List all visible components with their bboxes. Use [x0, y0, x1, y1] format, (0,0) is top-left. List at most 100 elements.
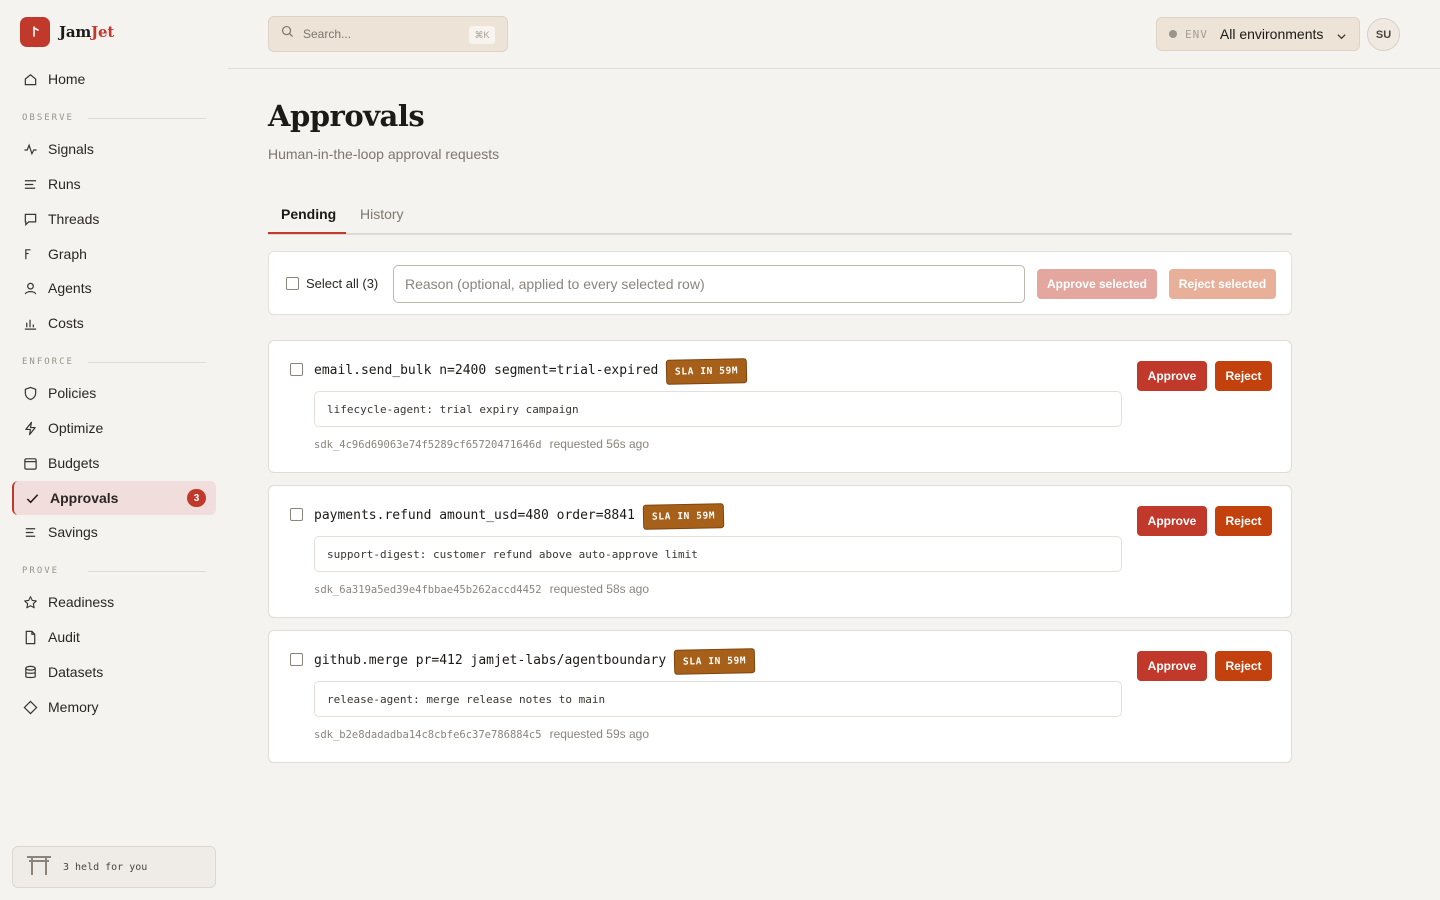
reject-selected-button[interactable]: Reject selected — [1169, 269, 1276, 299]
document-icon — [22, 629, 38, 645]
avatar[interactable]: SU — [1367, 18, 1400, 51]
sidebar-item-label: Home — [48, 71, 86, 87]
section-label-enforce: ENFORCE — [22, 357, 74, 367]
page-title: Approvals — [268, 99, 425, 133]
sidebar-item-approvals[interactable]: Approvals 3 — [12, 481, 216, 515]
sidebar-item-agents[interactable]: Agents — [12, 271, 216, 305]
torii-gate-icon — [25, 854, 53, 881]
section-divider — [88, 571, 206, 572]
sidebar: JamJet Home OBSERVE Signals Runs Threads… — [0, 0, 228, 900]
sidebar-item-label: Readiness — [48, 594, 115, 610]
approval-reason: lifecycle-agent: trial expiry campaign — [314, 391, 1122, 427]
section-label-observe: OBSERVE — [22, 113, 74, 123]
tabs-divider — [268, 233, 1292, 235]
sidebar-item-label: Datasets — [48, 664, 104, 680]
section-divider — [88, 362, 206, 363]
reject-button[interactable]: Reject — [1215, 361, 1272, 391]
sidebar-item-optimize[interactable]: Optimize — [12, 411, 216, 445]
sidebar-item-graph[interactable]: Graph — [12, 237, 216, 271]
list-icon — [22, 176, 38, 192]
approve-selected-button[interactable]: Approve selected — [1037, 269, 1157, 299]
sidebar-item-runs[interactable]: Runs — [12, 167, 216, 201]
jamjet-logo-icon — [20, 17, 50, 47]
request-id: sdk_6a319a5ed39e4fbbae45b262accd4452 — [314, 584, 542, 596]
check-icon — [24, 490, 40, 506]
home-icon — [22, 71, 38, 87]
tab-history[interactable]: History — [360, 206, 404, 222]
reject-button[interactable]: Reject — [1215, 506, 1272, 536]
sidebar-item-threads[interactable]: Threads — [12, 202, 216, 236]
graph-icon — [22, 246, 38, 262]
section-label-prove: PROVE — [22, 566, 60, 576]
environment-selector[interactable]: ENV All environments — [1156, 17, 1360, 51]
sidebar-item-label: Audit — [48, 629, 80, 645]
select-all-label[interactable]: Select all (3) — [306, 276, 378, 291]
sidebar-item-label: Policies — [48, 385, 97, 401]
keyboard-shortcut-hint: ⌘K — [469, 26, 495, 44]
database-icon — [22, 664, 38, 680]
approval-card: payments.refund amount_usd=480 order=884… — [268, 485, 1292, 618]
tag-icon — [22, 699, 38, 715]
sla-badge: SLA IN 59M — [673, 648, 756, 675]
approve-button[interactable]: Approve — [1137, 651, 1207, 681]
tab-pending[interactable]: Pending — [281, 206, 336, 222]
select-all-checkbox[interactable] — [286, 277, 299, 290]
env-value: All environments — [1219, 26, 1324, 42]
sidebar-item-label: Savings — [48, 524, 98, 540]
row-checkbox[interactable] — [290, 653, 303, 666]
sidebar-item-label: Agents — [48, 280, 92, 296]
row-checkbox[interactable] — [290, 363, 303, 376]
sla-badge: SLA IN 59M — [642, 503, 725, 530]
approve-button[interactable]: Approve — [1137, 361, 1207, 391]
brand[interactable]: JamJet — [20, 17, 114, 47]
sidebar-item-label: Graph — [48, 246, 87, 262]
sidebar-item-savings[interactable]: Savings — [12, 515, 216, 549]
sidebar-item-signals[interactable]: Signals — [12, 132, 216, 166]
reject-button[interactable]: Reject — [1215, 651, 1272, 681]
request-id: sdk_4c96d69063e74f5289cf65720471646d — [314, 439, 542, 451]
bulk-action-bar: Select all (3) Reason (optional, applied… — [268, 251, 1292, 315]
sla-badge: SLA IN 59M — [665, 358, 748, 385]
approval-action: payments.refund amount_usd=480 order=884… — [314, 508, 635, 523]
sidebar-item-label: Threads — [48, 211, 100, 227]
sidebar-item-label: Budgets — [48, 455, 100, 471]
approval-card: email.send_bulk n=2400 segment=trial-exp… — [268, 340, 1292, 473]
requested-time: requested 59s ago — [549, 727, 649, 741]
sidebar-item-costs[interactable]: Costs — [12, 306, 216, 340]
held-for-you-card[interactable]: 3 held for you — [12, 846, 216, 888]
search-icon — [281, 25, 294, 43]
sidebar-item-memory[interactable]: Memory — [12, 690, 216, 724]
bar-chart-icon — [22, 315, 38, 331]
sidebar-item-policies[interactable]: Policies — [12, 376, 216, 410]
sidebar-item-datasets[interactable]: Datasets — [12, 655, 216, 689]
brand-name: JamJet — [59, 23, 115, 41]
wallet-icon — [22, 455, 38, 471]
section-divider — [88, 118, 206, 119]
star-icon — [22, 594, 38, 610]
search-input[interactable]: Search... ⌘K — [268, 16, 508, 52]
approval-action: github.merge pr=412 jamjet-labs/agentbou… — [314, 653, 667, 668]
sidebar-item-label: Optimize — [48, 420, 104, 436]
active-tab-indicator — [268, 232, 346, 234]
sidebar-item-audit[interactable]: Audit — [12, 620, 216, 654]
sidebar-item-label: Runs — [48, 176, 81, 192]
approve-button[interactable]: Approve — [1137, 506, 1207, 536]
lines-icon — [22, 524, 38, 540]
sidebar-item-label: Signals — [48, 141, 94, 157]
row-checkbox[interactable] — [290, 508, 303, 521]
request-id: sdk_b2e8dadadba14c8cbfe6c37e786884c5 — [314, 729, 542, 741]
sidebar-item-home[interactable]: Home — [12, 62, 216, 96]
approval-action: email.send_bulk n=2400 segment=trial-exp… — [314, 363, 659, 378]
sidebar-item-budgets[interactable]: Budgets — [12, 446, 216, 480]
bulk-reason-input[interactable]: Reason (optional, applied to every selec… — [393, 265, 1025, 303]
approval-meta: sdk_4c96d69063e74f5289cf65720471646d requ… — [314, 437, 649, 451]
approvals-count-badge: 3 — [187, 489, 206, 507]
env-label: ENV — [1185, 27, 1208, 41]
sidebar-item-readiness[interactable]: Readiness — [12, 585, 216, 619]
chat-icon — [22, 211, 38, 227]
held-text: 3 held for you — [63, 861, 148, 873]
search-placeholder: Search... — [303, 27, 352, 41]
env-status-dot — [1169, 30, 1177, 38]
sidebar-item-label: Memory — [48, 699, 99, 715]
requested-time: requested 58s ago — [549, 582, 649, 596]
